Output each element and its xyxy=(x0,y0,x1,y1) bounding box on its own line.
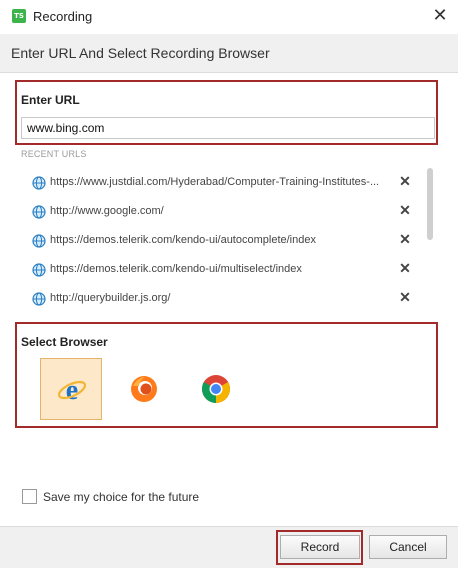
globe-icon xyxy=(32,205,46,219)
recent-urls-scrollbar[interactable] xyxy=(427,168,433,240)
dialog-heading: Enter URL And Select Recording Browser xyxy=(11,45,270,61)
recent-url-item[interactable]: http://querybuilder.js.org/ ✕ xyxy=(30,288,418,310)
recent-url-text: http://querybuilder.js.org/ xyxy=(50,292,171,304)
globe-icon xyxy=(32,292,46,306)
globe-icon xyxy=(32,234,46,248)
browser-option-firefox[interactable] xyxy=(113,358,175,420)
recent-url-text: https://demos.telerik.com/kendo-ui/multi… xyxy=(50,263,302,275)
app-logo-icon: TS xyxy=(12,9,26,23)
browser-option-chrome[interactable] xyxy=(185,358,247,420)
remove-url-icon[interactable]: ✕ xyxy=(398,260,412,277)
url-input[interactable] xyxy=(21,117,435,139)
recent-url-item[interactable]: https://www.justdial.com/Hyderabad/Compu… xyxy=(30,172,418,194)
select-browser-label: Select Browser xyxy=(21,335,108,349)
recent-url-text: http://www.google.com/ xyxy=(50,205,164,217)
save-choice-checkbox[interactable] xyxy=(22,489,37,504)
window-title: Recording xyxy=(33,9,93,24)
title-bar: TS Recording ✕ xyxy=(0,0,458,34)
globe-icon xyxy=(32,176,46,190)
enter-url-label: Enter URL xyxy=(21,93,80,107)
cancel-button[interactable]: Cancel xyxy=(369,535,447,559)
chrome-icon xyxy=(202,375,230,403)
remove-url-icon[interactable]: ✕ xyxy=(398,202,412,219)
dialog-header: Enter URL And Select Recording Browser xyxy=(0,34,458,73)
browser-option-internet-explorer[interactable]: e xyxy=(40,358,102,420)
recent-url-item[interactable]: https://demos.telerik.com/kendo-ui/multi… xyxy=(30,259,418,281)
record-button-highlight xyxy=(276,530,363,565)
close-icon[interactable]: ✕ xyxy=(428,5,452,29)
recent-url-item[interactable]: https://demos.telerik.com/kendo-ui/autoc… xyxy=(30,230,418,252)
save-choice-label: Save my choice for the future xyxy=(43,490,200,504)
globe-icon xyxy=(32,263,46,277)
remove-url-icon[interactable]: ✕ xyxy=(398,173,412,190)
recent-url-item[interactable]: http://www.google.com/ ✕ xyxy=(30,201,418,223)
recent-urls-label: RECENT URLS xyxy=(21,149,87,159)
ie-icon: e xyxy=(57,375,87,405)
firefox-icon xyxy=(131,376,157,402)
remove-url-icon[interactable]: ✕ xyxy=(398,289,412,306)
svg-text:e: e xyxy=(66,375,78,405)
recent-url-text: https://demos.telerik.com/kendo-ui/autoc… xyxy=(50,234,316,246)
remove-url-icon[interactable]: ✕ xyxy=(398,231,412,248)
recent-url-text: https://www.justdial.com/Hyderabad/Compu… xyxy=(50,176,380,188)
